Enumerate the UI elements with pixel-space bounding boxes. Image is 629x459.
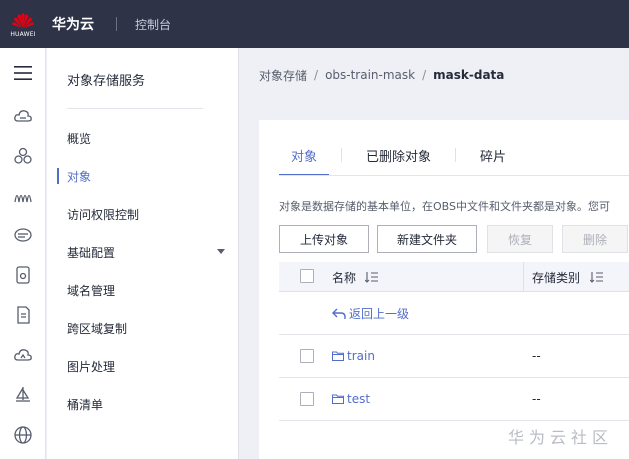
chat-icon: [14, 228, 32, 242]
sidebar-divider: [67, 108, 203, 109]
sidebar-item-access-control[interactable]: 访问权限控制: [47, 199, 239, 229]
rail-monitor[interactable]: [0, 177, 46, 215]
caret-down-icon: [217, 249, 225, 254]
table-header: 名称 存储类别: [279, 262, 629, 292]
storage-icon: [16, 266, 30, 284]
breadcrumb-item-obs[interactable]: 对象存储: [259, 67, 307, 84]
sidebar-item-label: 桶清单: [67, 397, 104, 412]
file-icon: [17, 306, 30, 324]
back-row: 返回上一级: [279, 292, 629, 335]
storage-class-value: --: [532, 392, 541, 406]
sidebar-item-basic-config[interactable]: 基础配置: [47, 237, 239, 267]
sidebar-item-inventory[interactable]: 桶清单: [47, 389, 239, 419]
breadcrumb-separator: /: [314, 68, 319, 82]
sidebar-item-label: 对象: [67, 169, 92, 184]
back-label: 返回上一级: [349, 307, 410, 321]
row-checkbox[interactable]: [300, 392, 314, 406]
service-title: 对象存储服务: [67, 74, 146, 89]
sidebar-item-label: 基础配置: [67, 245, 116, 260]
icon-rail: [0, 48, 46, 459]
rail-storage[interactable]: [0, 256, 46, 294]
tab-fragments[interactable]: 碎片: [468, 146, 518, 176]
rail-files[interactable]: [0, 296, 46, 334]
globe-icon: [14, 426, 32, 444]
tab-deleted-objects[interactable]: 已删除对象: [354, 146, 443, 176]
breadcrumb-item-current: mask-data: [433, 68, 505, 82]
sidebar-item-cross-region[interactable]: 跨区域复制: [47, 313, 239, 343]
tab-objects[interactable]: 对象: [279, 146, 330, 176]
new-folder-button[interactable]: 新建文件夹: [377, 225, 477, 253]
sidebar-item-label: 概览: [67, 131, 92, 146]
back-to-parent-link[interactable]: 返回上一级: [332, 305, 409, 322]
select-all-checkbox[interactable]: [300, 269, 314, 283]
sidebar-item-label: 访问权限控制: [67, 207, 140, 222]
storage-class-value: --: [532, 349, 541, 363]
restore-button[interactable]: 恢复: [487, 225, 553, 253]
folder-icon: [332, 351, 344, 361]
rail-compute[interactable]: [0, 97, 46, 135]
huawei-logo[interactable]: HUAWEI: [0, 0, 46, 48]
rail-deploy[interactable]: [0, 376, 46, 414]
rail-database[interactable]: [0, 216, 46, 254]
network-icon: [14, 147, 32, 164]
breadcrumb: 对象存储 / obs-train-mask / mask-data: [240, 48, 629, 102]
sidebar-item-overview[interactable]: 概览: [47, 123, 239, 153]
objects-panel: 对象 已删除对象 碎片 对象是数据存储的基本单位，在OBS中文件和文件夹都是对象…: [259, 120, 629, 459]
column-divider: [523, 262, 524, 292]
column-header-storage-class[interactable]: 存储类别: [532, 269, 580, 286]
tab-divider: [455, 148, 457, 162]
cloud-alt-icon: [14, 349, 32, 361]
watermark: 华为云社区: [508, 428, 614, 447]
table-row: test --: [279, 378, 629, 421]
sidebar-item-image-processing[interactable]: 图片处理: [47, 351, 239, 381]
folder-name: test: [347, 392, 371, 406]
service-sidebar: 对象存储服务 概览 对象 访问权限控制 基础配置 域名管理 跨区域复制 图片处理…: [47, 48, 239, 459]
tab-bar: 对象 已删除对象 碎片: [279, 146, 518, 176]
upload-object-button[interactable]: 上传对象: [279, 225, 369, 253]
top-bar: HUAWEI 华为云 控制台: [0, 0, 629, 48]
folder-icon: [332, 394, 344, 404]
back-arrow-icon: [332, 308, 346, 319]
tab-divider: [341, 148, 343, 162]
rail-network[interactable]: [0, 137, 46, 175]
folder-link[interactable]: train: [332, 349, 375, 363]
top-divider: [116, 17, 117, 31]
sidebar-item-label: 图片处理: [67, 359, 116, 374]
sort-icon[interactable]: [590, 271, 603, 283]
rail-cloud[interactable]: [0, 336, 46, 374]
delete-button[interactable]: 删除: [562, 225, 628, 253]
cloud-icon: [14, 110, 32, 122]
huawei-flower-icon: [12, 12, 34, 28]
console-link[interactable]: 控制台: [135, 16, 171, 33]
waves-icon: [14, 194, 32, 203]
brand-name[interactable]: 华为云: [52, 14, 94, 34]
folder-link[interactable]: test: [332, 392, 370, 406]
logo-text: HUAWEI: [10, 30, 36, 38]
menu-icon: [14, 66, 32, 80]
row-checkbox[interactable]: [300, 349, 314, 363]
sidebar-item-domain[interactable]: 域名管理: [47, 275, 239, 305]
breadcrumb-separator: /: [422, 68, 427, 82]
breadcrumb-item-bucket[interactable]: obs-train-mask: [325, 68, 415, 82]
table-row: train --: [279, 335, 629, 378]
sidebar-item-objects[interactable]: 对象: [47, 161, 239, 191]
sort-icon[interactable]: [365, 271, 378, 283]
sailboat-icon: [15, 387, 30, 402]
tab-underline: [279, 175, 629, 176]
page-description: 对象是数据存储的基本单位，在OBS中文件和文件夹都是对象。您可: [279, 200, 610, 213]
sidebar-item-label: 跨区域复制: [67, 321, 128, 336]
column-header-name[interactable]: 名称: [332, 269, 356, 286]
folder-name: train: [347, 349, 375, 363]
menu-button[interactable]: [0, 54, 46, 92]
rail-global[interactable]: [0, 416, 46, 454]
sidebar-item-label: 域名管理: [67, 283, 116, 298]
